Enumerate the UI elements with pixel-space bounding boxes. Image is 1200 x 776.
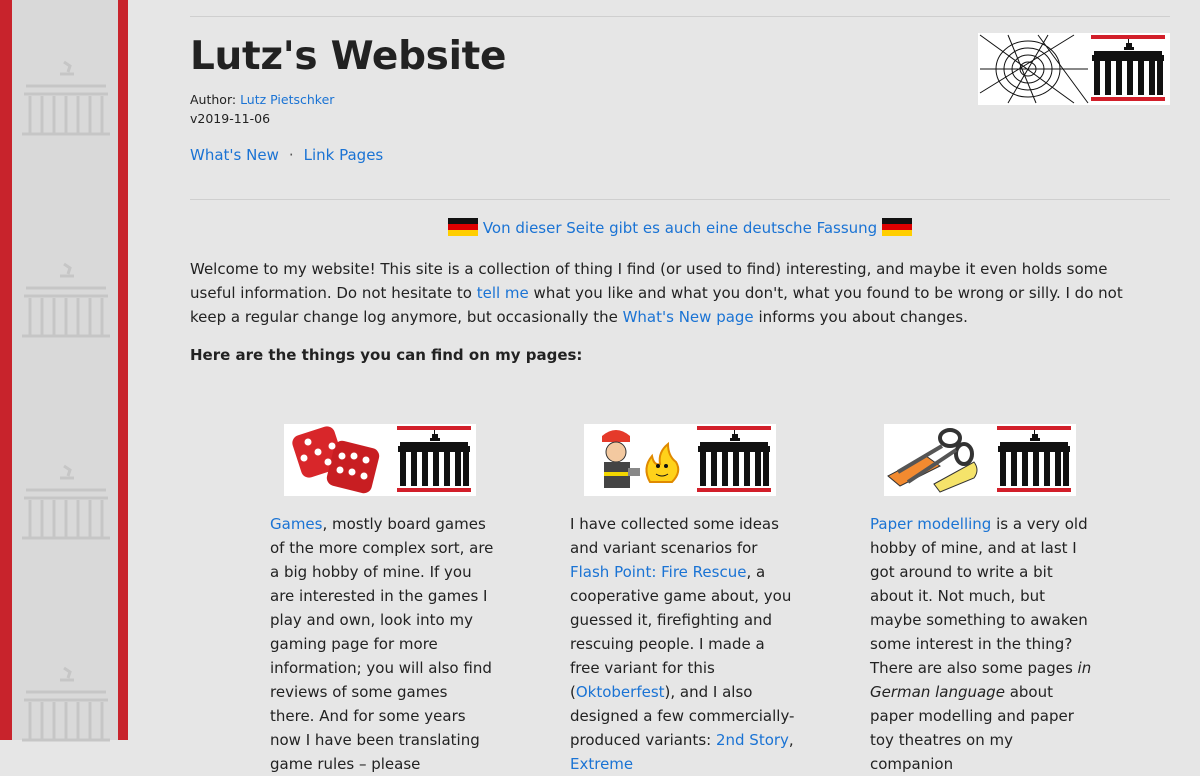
flash-point-link[interactable]: Flash Point: Fire Rescue — [570, 563, 746, 581]
intro-paragraph: Welcome to my website! This site is a co… — [190, 257, 1150, 329]
side-band-right — [118, 0, 128, 740]
page-title: Lutz's Website — [190, 34, 507, 79]
top-nav: What's New · Link Pages — [190, 146, 383, 164]
paper-modelling-link[interactable]: Paper modelling — [870, 515, 991, 533]
brandenburg-gate-watermark-icon — [22, 666, 110, 742]
german-version-notice: Von dieser Seite gibt es auch eine deuts… — [190, 218, 1170, 237]
whats-new-page-link[interactable]: What's New page — [623, 308, 754, 326]
german-version-link[interactable]: Von dieser Seite gibt es auch eine deuts… — [483, 219, 877, 237]
second-story-link[interactable]: 2nd Story — [716, 731, 789, 749]
flash-point-description: , — [788, 731, 794, 749]
nav-separator: · — [288, 146, 294, 164]
paper-modelling-description: is a very old hobby of mine, and at last… — [870, 515, 1088, 653]
author-label: Author: — [190, 92, 237, 107]
flash-point-description: I have collected some ideas and variant … — [570, 515, 779, 557]
firefighter-icon[interactable] — [584, 424, 776, 496]
version-label: v2019-11-06 — [190, 111, 271, 126]
author-line: Author: Lutz Pietschker — [190, 92, 334, 107]
extreme-link[interactable]: Extreme — [570, 755, 633, 773]
flash-point-card-text: I have collected some ideas and variant … — [570, 512, 796, 776]
dice-icon[interactable] — [284, 424, 476, 496]
header-divider — [190, 199, 1170, 200]
games-card-text: Games, mostly board games of the more co… — [270, 512, 496, 776]
games-link[interactable]: Games — [270, 515, 322, 533]
site-logo-web-gate-icon[interactable] — [978, 33, 1170, 105]
nav-whats-new[interactable]: What's New — [190, 146, 279, 164]
nav-link-pages[interactable]: Link Pages — [304, 146, 384, 164]
brandenburg-gate-watermark-icon — [22, 262, 110, 338]
german-flag-icon — [881, 218, 912, 236]
games-description: , mostly board games of the more complex… — [270, 515, 494, 773]
brandenburg-gate-watermark-icon — [22, 464, 110, 540]
tell-me-link[interactable]: tell me — [477, 284, 529, 302]
side-band-left — [0, 0, 12, 740]
author-link[interactable]: Lutz Pietschker — [240, 92, 334, 107]
top-divider — [190, 16, 1170, 17]
paper-modelling-description: There are also some pages — [870, 659, 1078, 677]
brandenburg-gate-watermark-icon — [22, 60, 110, 136]
oktoberfest-link[interactable]: Oktoberfest — [576, 683, 665, 701]
german-flag-icon — [448, 218, 479, 236]
paper-modelling-card-text: Paper modelling is a very old hobby of m… — [870, 512, 1096, 776]
flash-point-description: , a cooperative game about, you guessed … — [570, 563, 792, 701]
things-heading: Here are the things you can find on my p… — [190, 346, 583, 364]
intro-text: informs you about changes. — [753, 308, 968, 326]
scissors-icon[interactable] — [884, 424, 1076, 496]
side-panel — [12, 0, 118, 742]
